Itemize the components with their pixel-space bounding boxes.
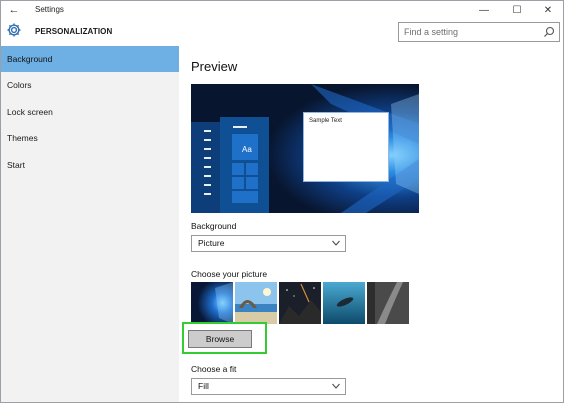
picture-thumbnail[interactable] — [191, 282, 233, 324]
beach-arch-image — [235, 282, 277, 324]
preview-menu-line — [204, 193, 211, 195]
preview-menu-line — [204, 139, 211, 141]
preview-sample-window: Sample Text — [303, 112, 389, 182]
preview-sample-text: Sample Text — [309, 118, 342, 124]
window-title: Settings — [35, 5, 64, 14]
picture-thumbnail[interactable] — [367, 282, 409, 324]
background-preview: Aa Sample Text — [191, 84, 419, 213]
preview-tile — [232, 177, 244, 189]
preview-tile — [232, 163, 244, 175]
fit-dropdown-value: Fill — [198, 381, 209, 391]
title-bar: ← Settings — ☐ ✕ — [1, 1, 563, 20]
minimize-button[interactable]: — — [467, 1, 501, 20]
close-button[interactable]: ✕ — [531, 1, 563, 20]
preview-tile — [232, 191, 258, 203]
settings-window: ← Settings — ☐ ✕ PERSONALIZATION Backgro… — [0, 0, 564, 403]
night-sky-image — [279, 282, 321, 324]
page-title: PERSONALIZATION — [35, 27, 113, 36]
background-label: Background — [191, 221, 237, 231]
sidebar-item-start[interactable]: Start — [1, 152, 179, 178]
preview-tile — [246, 163, 258, 175]
gear-icon — [7, 23, 21, 37]
preview-menu-line — [233, 126, 247, 128]
sidebar-item-background[interactable]: Background — [1, 46, 179, 72]
sidebar: Background Colors Lock screen Themes Sta… — [1, 46, 179, 402]
chevron-down-icon — [332, 383, 340, 389]
picture-thumbnail[interactable] — [323, 282, 365, 324]
browse-button[interactable]: Browse — [188, 330, 252, 348]
preview-heading: Preview — [191, 59, 238, 74]
background-dropdown-value: Picture — [198, 238, 225, 248]
sidebar-item-colors[interactable]: Colors — [1, 72, 179, 98]
background-dropdown[interactable]: Picture — [191, 235, 346, 252]
preview-tile-text: Aa — [242, 145, 252, 154]
rock-path-image — [367, 282, 409, 324]
choose-picture-label: Choose your picture — [191, 269, 268, 279]
search-icon[interactable] — [543, 26, 555, 38]
preview-menu-line — [204, 130, 211, 132]
windows-hero-image — [191, 282, 233, 324]
preview-menu-line — [204, 148, 211, 150]
preview-menu-line — [204, 184, 211, 186]
sidebar-item-themes[interactable]: Themes — [1, 125, 179, 151]
preview-menu-line — [204, 175, 211, 177]
search-input[interactable] — [400, 24, 540, 40]
maximize-button[interactable]: ☐ — [500, 1, 534, 20]
picture-thumbnail[interactable] — [279, 282, 321, 324]
fit-dropdown[interactable]: Fill — [191, 378, 346, 395]
search-box[interactable] — [398, 22, 560, 42]
back-arrow-icon[interactable]: ← — [7, 3, 21, 17]
preview-menu-line — [204, 166, 211, 168]
sidebar-item-lock-screen[interactable]: Lock screen — [1, 99, 179, 125]
header: PERSONALIZATION — [1, 20, 563, 46]
underwater-swimmer-image — [323, 282, 365, 324]
preview-menu-line — [204, 157, 211, 159]
chevron-down-icon — [332, 240, 340, 246]
preview-tile — [246, 177, 258, 189]
choose-fit-label: Choose a fit — [191, 364, 237, 374]
main-content: Preview Aa Sample Text Background Pictur… — [179, 46, 563, 402]
picture-thumbnail[interactable] — [235, 282, 277, 324]
